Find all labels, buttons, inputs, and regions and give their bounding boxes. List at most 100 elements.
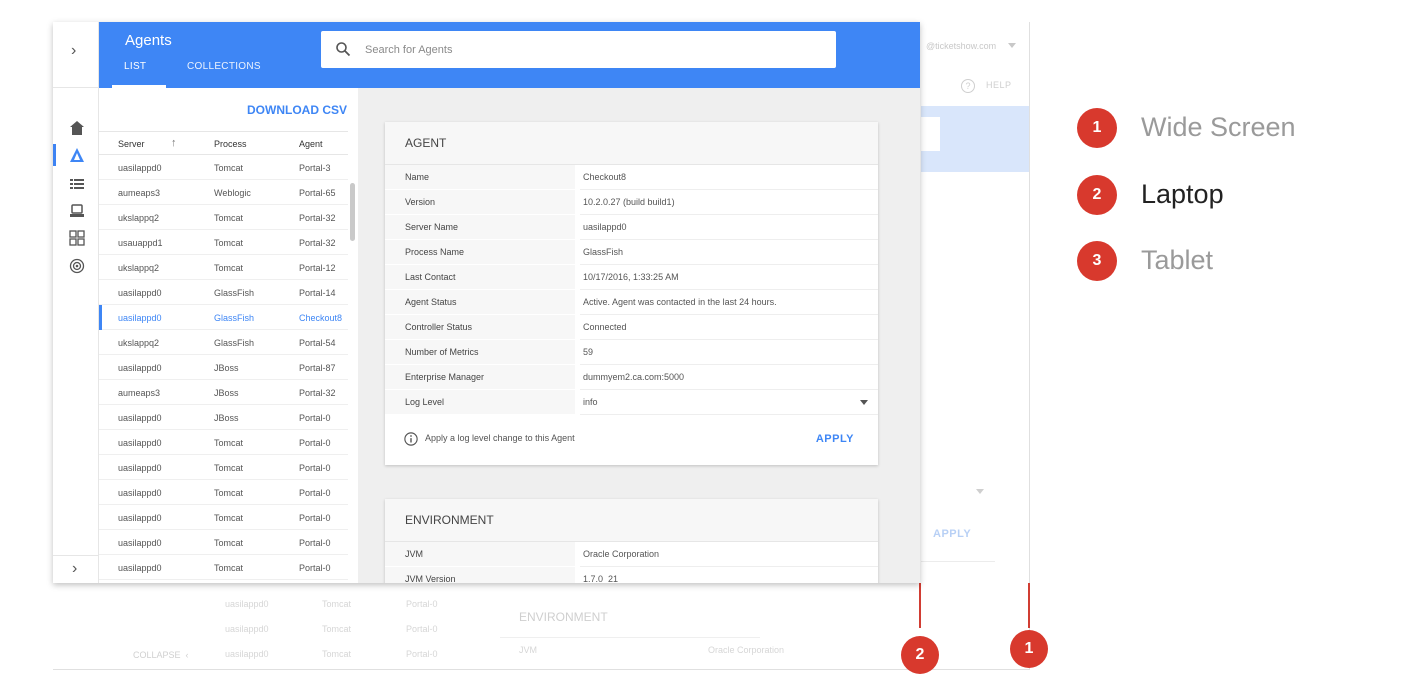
- cell-server: uasilappd0: [118, 413, 162, 423]
- table-row[interactable]: aumeaps3 Weblogic Portal-65: [99, 180, 348, 205]
- cell-server: uasilappd0: [118, 438, 162, 448]
- tab-collections[interactable]: COLLECTIONS: [187, 61, 261, 72]
- tab-list[interactable]: LIST: [124, 61, 146, 72]
- cell-server: uasilappd0: [118, 313, 162, 323]
- wide-row-server: uasilappd0: [225, 649, 269, 659]
- table-row[interactable]: uasilappd0 JBoss Portal-0: [99, 405, 348, 430]
- field-row: Version 10.2.0.27 (build build1): [385, 190, 878, 215]
- table-row[interactable]: uasilappd0 Tomcat Portal-0: [99, 530, 348, 555]
- column-header-process[interactable]: Process: [214, 139, 247, 149]
- collapse-chevron-icon[interactable]: ›: [72, 560, 77, 578]
- table-row[interactable]: uasilappd0 Tomcat Portal-0: [99, 430, 348, 455]
- field-value: dummyem2.ca.com:5000: [580, 365, 878, 390]
- agent-rows: uasilappd0 Tomcat Portal-3 aumeaps3 Weblogic…: [99, 155, 348, 580]
- home-icon[interactable]: [69, 120, 85, 136]
- legend-label: Tablet: [1141, 245, 1214, 275]
- table-row[interactable]: uasilappd0 Tomcat Portal-3: [99, 155, 348, 180]
- field-key: Server Name: [385, 215, 575, 240]
- collapse-button: COLLAPSE ‹: [133, 650, 189, 660]
- dashboard-icon[interactable]: [69, 230, 85, 246]
- table-row[interactable]: uasilappd0 Tomcat Portal-0: [99, 455, 348, 480]
- help-link: HELP: [986, 80, 1012, 90]
- agents-icon[interactable]: [69, 147, 85, 163]
- cell-agent: Portal-54: [299, 338, 336, 348]
- cell-process: JBoss: [214, 363, 239, 373]
- field-value-text: GlassFish: [583, 247, 624, 257]
- cell-server: aumeaps3: [118, 188, 161, 198]
- wide-row-server: uasilappd0: [225, 599, 269, 609]
- cell-process: Weblogic: [214, 188, 251, 198]
- field-row: Controller Status Connected: [385, 315, 878, 340]
- table-row[interactable]: uasilappd0 Tomcat Portal-0: [99, 480, 348, 505]
- log-level-select[interactable]: info: [580, 390, 878, 415]
- expand-chevron-icon[interactable]: ›: [71, 42, 76, 60]
- field-value-text: info: [583, 397, 598, 407]
- wide-boundary-line: [1028, 583, 1030, 628]
- rail-bottom: ›: [53, 555, 99, 583]
- table-row-selected[interactable]: uasilappd0 GlassFish Checkout8: [99, 305, 348, 330]
- legend-label: Wide Screen: [1141, 112, 1296, 142]
- user-email: @ticketshow.com: [926, 41, 997, 51]
- field-value-text: Connected: [583, 322, 627, 332]
- dropdown-caret-icon[interactable]: [860, 400, 868, 405]
- table-row[interactable]: ukslappq2 Tomcat Portal-12: [99, 255, 348, 280]
- cell-process: GlassFish: [214, 288, 255, 298]
- cell-process: Tomcat: [214, 538, 244, 548]
- wide-search-box: [921, 117, 940, 151]
- apply-button[interactable]: APPLY: [816, 433, 854, 445]
- wide-row-process: Tomcat: [322, 599, 352, 609]
- cell-server: uasilappd0: [118, 463, 162, 473]
- table-row[interactable]: uasilappd0 GlassFish Portal-14: [99, 280, 348, 305]
- cell-server: ukslappq2: [118, 263, 160, 273]
- cell-server: aumeaps3: [118, 388, 161, 398]
- table-row[interactable]: uasilappd0 Tomcat Portal-0: [99, 505, 348, 530]
- table-row[interactable]: aumeaps3 JBoss Portal-32: [99, 380, 348, 405]
- app-header: Agents LIST COLLECTIONS: [99, 22, 920, 88]
- field-key: Process Name: [385, 240, 575, 265]
- field-value: GlassFish: [580, 240, 878, 265]
- monitor-icon[interactable]: [69, 203, 85, 219]
- cell-process: Tomcat: [214, 238, 244, 248]
- list-scrollbar[interactable]: [350, 183, 355, 241]
- signal-icon[interactable]: [69, 258, 85, 274]
- cell-server: uasilappd0: [118, 563, 162, 573]
- legend-label: Laptop: [1141, 179, 1224, 209]
- cell-server: uasilappd0: [118, 538, 162, 548]
- search-input[interactable]: [365, 31, 825, 68]
- field-key: JVM: [385, 542, 575, 567]
- cell-agent: Portal-3: [299, 163, 331, 173]
- environment-fields: JVM Oracle Corporation JVM Version 1.7.0_21: [385, 542, 878, 583]
- field-value: Oracle Corporation: [580, 542, 878, 567]
- cell-process: Tomcat: [214, 563, 244, 573]
- column-header-agent[interactable]: Agent: [299, 139, 323, 149]
- field-key: Controller Status: [385, 315, 575, 340]
- sort-ascending-icon[interactable]: ↑: [171, 137, 177, 149]
- table-row[interactable]: usauappd1 Tomcat Portal-32: [99, 230, 348, 255]
- cell-process: Tomcat: [214, 163, 244, 173]
- environment-card: ENVIRONMENT JVM Oracle Corporation JVM Ver…: [385, 499, 878, 583]
- cell-process: Tomcat: [214, 513, 244, 523]
- field-value-text: 1.7.0_21: [583, 574, 619, 583]
- table-row[interactable]: uasilappd0 Tomcat Portal-0: [99, 555, 348, 580]
- agent-card: AGENT Name Checkout8 Version 10.2.0.27 (bui…: [385, 122, 878, 465]
- laptop-window: › › Agents LIST COLLECTIONS DOWNLOAD: [53, 22, 920, 583]
- search-box[interactable]: [321, 31, 836, 68]
- column-header-server[interactable]: Server: [118, 139, 145, 149]
- table-row[interactable]: ukslappq2 GlassFish Portal-54: [99, 330, 348, 355]
- list-icon[interactable]: [69, 176, 85, 192]
- field-row[interactable]: Log Level info: [385, 390, 878, 415]
- help-icon: ?: [961, 79, 975, 93]
- cell-agent: Portal-12: [299, 263, 336, 273]
- wide-dropdown-caret-icon: [976, 489, 984, 494]
- field-row: Number of Metrics 59: [385, 340, 878, 365]
- table-row[interactable]: uasilappd0 JBoss Portal-87: [99, 355, 348, 380]
- table-row[interactable]: ukslappq2 Tomcat Portal-32: [99, 205, 348, 230]
- cell-agent: Portal-65: [299, 188, 336, 198]
- field-row: JVM Oracle Corporation: [385, 542, 878, 567]
- environment-card-title: ENVIRONMENT: [385, 499, 878, 542]
- download-csv-button[interactable]: DOWNLOAD CSV: [247, 103, 347, 117]
- cell-server: uasilappd0: [118, 363, 162, 373]
- cell-agent: Portal-0: [299, 538, 331, 548]
- wide-row-agent: Portal-0: [406, 599, 438, 609]
- wide-row-agent: Portal-0: [406, 624, 438, 634]
